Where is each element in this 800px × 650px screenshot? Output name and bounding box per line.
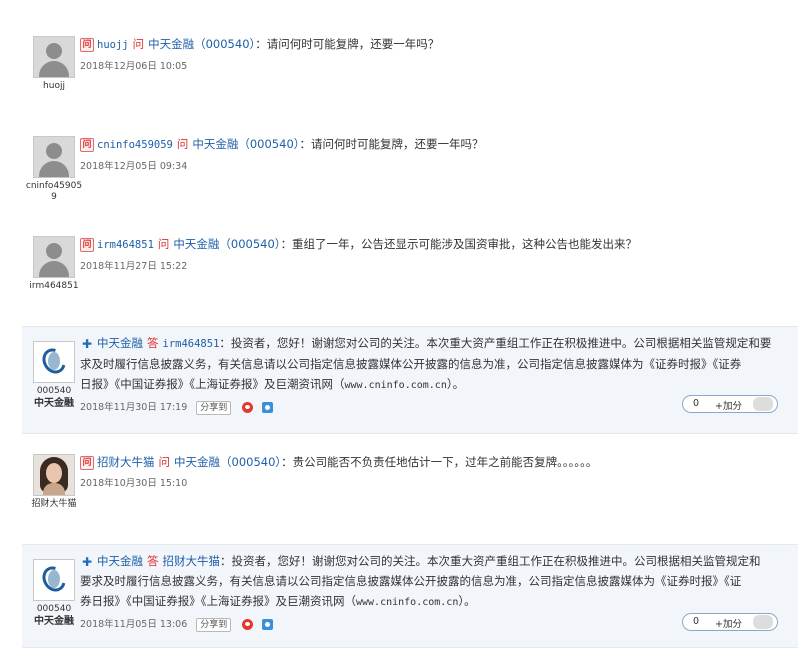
user-mini-icon: [753, 615, 773, 629]
answer-text-1: ：投资者，您好！谢谢您对公司的关注。本次重大资产重组工作正在积极推进中。公司根据…: [219, 336, 772, 350]
add-points-button[interactable]: 0 +加分: [682, 613, 778, 631]
post-time: 2018年11月05日 13:06: [80, 619, 188, 630]
asker-link[interactable]: irm464851: [97, 239, 154, 251]
avatar-username[interactable]: 招财大牛猫: [24, 499, 84, 510]
avatar-username[interactable]: cninfo459059: [24, 181, 84, 203]
user-avatar-block[interactable]: cninfo459059: [24, 136, 84, 203]
add-points-label: +加分: [715, 401, 742, 412]
post-time: 2018年11月30日 17:19: [80, 402, 188, 413]
answer-line-3: 日报》《中国证券报》《上海证券报》及巨潮资讯网（www.cninfo.com.c…: [80, 374, 788, 396]
answer-line: ✚ 中天金融答 irm464851：投资者，您好！谢谢您对公司的关注。本次重大资产重…: [80, 333, 788, 354]
question-icon: 问: [80, 237, 94, 252]
company-logo-icon[interactable]: [33, 559, 75, 601]
reply-target-link[interactable]: irm464851: [163, 338, 220, 350]
asker-link[interactable]: cninfo459059: [97, 139, 173, 151]
avatar-username[interactable]: irm464851: [24, 281, 84, 292]
question-keyword: 问: [157, 237, 170, 251]
default-avatar-icon[interactable]: [33, 36, 75, 78]
stock-code[interactable]: （000540）: [219, 237, 280, 251]
add-points-button[interactable]: 0 +加分: [682, 395, 778, 413]
points-count: 0: [693, 398, 700, 409]
answer-text-3: 日报》《中国证券报》《上海证券报》及巨潮资讯网（: [80, 377, 345, 391]
company-link[interactable]: 中天金融: [148, 37, 194, 51]
weibo-share-icon[interactable]: [242, 619, 254, 630]
post-time: 2018年10月30日 15:10: [80, 478, 188, 489]
avatar-stock-code: 000540: [36, 386, 72, 396]
answer-icon: ✚: [81, 336, 93, 351]
avatar-stock-code: 000540: [36, 604, 72, 614]
question-icon: 问: [80, 137, 94, 152]
post-time: 2018年11月27日 15:22: [80, 261, 188, 272]
answer-keyword: 答: [147, 336, 159, 350]
question-entry: 招财大牛猫 问招财大牛猫问中天金融（000540）：贵公司能否不负责任地估计一下…: [22, 452, 798, 530]
user-avatar-block[interactable]: irm464851: [24, 236, 84, 292]
question-line: 问招财大牛猫问中天金融（000540）：贵公司能否不负责任地估计一下，过年之前能…: [80, 452, 788, 472]
question-entry: irm464851 问 irm464851 问中天金融（000540）：重组了一年，…: [22, 234, 798, 310]
question-text: ：请问何时可能复牌，还要一年吗？: [255, 37, 440, 51]
question-keyword: 问: [158, 455, 171, 469]
user-photo-avatar[interactable]: [33, 454, 75, 496]
question-keyword: 问: [132, 37, 145, 51]
question-entry: cninfo459059 问 cninfo459059 问中天金融（000540）：…: [22, 134, 798, 208]
answer-text-2: 求及时履行信息披露义务，有关信息请以公司指定信息披露媒体公开披露的信息为准，公司…: [80, 357, 742, 371]
question-icon: 问: [80, 37, 94, 52]
question-text: ：重组了一年，公告还显示可能涉及国资审批，这种公告也能发出来？: [280, 237, 638, 251]
answer-entry: 000540 中天金融 ✚ 中天金融答 irm464851：投资者，您好！谢谢您对公…: [22, 326, 798, 434]
post-time: 2018年12月06日 10:05: [80, 61, 188, 72]
avatar-username[interactable]: huojj: [24, 81, 84, 92]
user-mini-icon: [753, 397, 773, 411]
add-points-label: +加分: [715, 619, 742, 630]
company-avatar-block[interactable]: 000540 中天金融: [24, 341, 84, 409]
company-link[interactable]: 中天金融: [97, 554, 143, 568]
default-avatar-icon[interactable]: [33, 136, 75, 178]
answer-text-2: 要求及时履行信息披露义务，有关信息请以公司指定信息披露媒体公开披露的信息为准，公…: [80, 574, 742, 588]
share-button[interactable]: 分享到: [196, 400, 232, 415]
stock-code[interactable]: （000540）: [194, 37, 255, 51]
reply-target-link[interactable]: 招财大牛猫: [163, 554, 221, 568]
company-link[interactable]: 中天金融: [192, 137, 238, 151]
answer-text-1: ：投资者，您好！谢谢您对公司的关注。本次重大资产重组工作正在积极推进中。公司根据…: [220, 554, 761, 568]
answer-line: ✚ 中天金融答招财大牛猫：投资者，您好！谢谢您对公司的关注。本次重大资产重组工作正…: [80, 551, 788, 571]
weibo-share-icon[interactable]: [242, 402, 254, 413]
asker-link[interactable]: huojj: [97, 39, 129, 51]
company-link[interactable]: 中天金融: [174, 455, 220, 469]
question-line: 问 irm464851 问中天金融（000540）：重组了一年，公告还显示可能涉及国…: [80, 234, 788, 255]
question-keyword: 问: [176, 137, 189, 151]
answer-text-3-end: ）。: [458, 594, 476, 608]
company-link[interactable]: 中天金融: [97, 336, 143, 350]
user-avatar-block[interactable]: huojj: [24, 36, 84, 92]
company-link[interactable]: 中天金融: [173, 237, 219, 251]
question-icon: 问: [80, 455, 94, 470]
answer-icon: ✚: [81, 554, 93, 569]
cninfo-url: www.cninfo.com.cn: [356, 597, 459, 608]
user-avatar-block[interactable]: 招财大牛猫: [24, 454, 84, 510]
stock-code[interactable]: （000540）: [220, 455, 281, 469]
company-avatar-block[interactable]: 000540 中天金融: [24, 559, 84, 627]
answer-keyword: 答: [147, 554, 159, 568]
avatar-company-name[interactable]: 中天金融: [24, 398, 84, 409]
question-entry: huojj 问 huojj 问中天金融（000540）：请问何时可能复牌，还要一年吗…: [22, 34, 798, 104]
question-line: 问 cninfo459059 问中天金融（000540）：请问何时可能复牌，还要一年…: [80, 134, 788, 155]
question-line: 问 huojj 问中天金融（000540）：请问何时可能复牌，还要一年吗？: [80, 34, 788, 55]
company-logo-icon[interactable]: [33, 341, 75, 383]
avatar-company-name[interactable]: 中天金融: [24, 616, 84, 627]
default-avatar-icon[interactable]: [33, 236, 75, 278]
answer-entry: 000540 中天金融 ✚ 中天金融答招财大牛猫：投资者，您好！谢谢您对公司的关注…: [22, 544, 798, 648]
points-count: 0: [693, 616, 700, 627]
qzone-share-icon[interactable]: [262, 402, 274, 413]
answer-text-3-end: ）。: [446, 377, 465, 391]
asker-link[interactable]: 招财大牛猫: [97, 455, 155, 469]
answer-line-3: 券日报》《中国证券报》《上海证券报》及巨潮资讯网（www.cninfo.com.…: [80, 591, 788, 613]
share-button[interactable]: 分享到: [196, 617, 232, 632]
stock-code[interactable]: （000540）: [238, 137, 299, 151]
answer-text-3: 券日报》《中国证券报》《上海证券报》及巨潮资讯网（: [80, 594, 356, 608]
post-time: 2018年12月05日 09:34: [80, 161, 188, 172]
qzone-share-icon[interactable]: [262, 619, 274, 630]
cninfo-url: www.cninfo.com.cn: [344, 380, 447, 391]
question-text: ：贵公司能否不负责任地估计一下，过年之前能否复牌。。。。。。: [281, 455, 598, 469]
question-text: ：请问何时可能复牌，还要一年吗？: [299, 137, 484, 151]
